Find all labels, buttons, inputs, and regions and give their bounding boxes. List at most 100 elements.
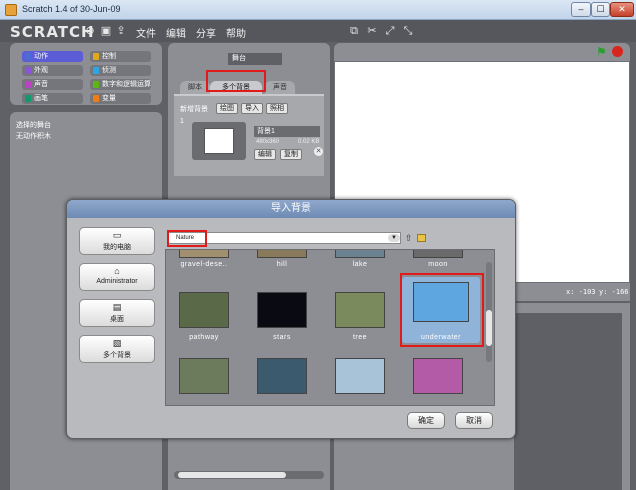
sprite-name-field[interactable]: 舞台 [228, 53, 282, 65]
file-thumbnail [413, 250, 463, 258]
category-sound[interactable]: 声音 [22, 79, 83, 90]
my-computer-button[interactable]: ▭ 我的电脑 [79, 227, 155, 255]
paint-button[interactable]: 绘图 [216, 103, 238, 114]
scrollbar-thumb[interactable] [178, 472, 286, 478]
delete-background-icon[interactable]: ✕ [314, 147, 323, 156]
file-item[interactable] [168, 358, 240, 394]
window-titlebar: Scratch 1.4 of 30-Jun-09 – ☐ ✕ [0, 0, 636, 20]
category-label: 动作 [34, 53, 48, 60]
file-item[interactable]: lake [324, 250, 396, 268]
file-item[interactable]: stars [246, 292, 318, 341]
mouse-x-readout: x: -103 [566, 288, 596, 296]
house-icon: ⌂ [114, 266, 120, 276]
file-label: moon [428, 261, 448, 268]
delete-scissors-icon[interactable]: ✂ [366, 25, 378, 37]
new-folder-icon[interactable] [417, 234, 426, 242]
file-thumbnail [257, 358, 307, 394]
window-title: Scratch 1.4 of 30-Jun-09 [22, 4, 121, 14]
category-label: 变量 [102, 95, 116, 102]
background-dimensions: 480x360 [256, 139, 280, 145]
new-background-label: 新增背景 [180, 106, 208, 113]
category-swatch [25, 81, 31, 88]
background-thumbnail[interactable] [204, 128, 234, 154]
background-name-field[interactable]: 背景1 [254, 126, 320, 137]
horizontal-scrollbar[interactable] [174, 471, 324, 479]
file-item[interactable] [246, 358, 318, 394]
file-item[interactable]: moon [402, 250, 474, 268]
save-icon[interactable]: ▣ [100, 25, 112, 37]
file-label: lake [352, 261, 368, 268]
share-icon[interactable]: ⇪ [115, 25, 127, 37]
stage-header: ⚑ [334, 43, 630, 61]
side-button-label: 多个背景 [103, 352, 131, 359]
file-thumbnail [335, 292, 385, 328]
grow-icon[interactable]: ⤢ [384, 25, 396, 37]
category-sensing[interactable]: 侦测 [90, 65, 151, 76]
category-variables[interactable]: 变量 [90, 93, 151, 104]
background-filesize: 0.02 KB [298, 139, 320, 145]
menu-edit[interactable]: 编辑 [166, 25, 186, 40]
category-label: 控制 [102, 53, 116, 60]
tab-highlight-box [206, 70, 266, 92]
category-label: 画笔 [34, 95, 48, 102]
category-control[interactable]: 控制 [90, 51, 151, 62]
close-button[interactable]: ✕ [610, 2, 634, 17]
category-looks[interactable]: 外观 [22, 65, 83, 76]
backgrounds-folder-button[interactable]: ▧ 多个背景 [79, 335, 155, 363]
menu-bar: SCRATCH ⊕ ▣ ⇪ 文件 编辑 分享 帮助 ⧉ ✂ ⤢ ⤡ [0, 20, 636, 42]
background-index: 1 [180, 118, 184, 125]
category-motion[interactable]: 动作 [22, 51, 83, 62]
file-label: hill [276, 261, 288, 268]
stage-selected-message: 选择的舞台 [16, 122, 51, 129]
administrator-button[interactable]: ⌂ Administrator [79, 263, 155, 291]
file-label: gravel-dese.. [180, 261, 228, 268]
no-motion-blocks-message: 无动作积木 [16, 133, 51, 140]
chevron-down-icon[interactable]: ▼ [388, 234, 400, 242]
menu-help[interactable]: 帮助 [226, 25, 246, 40]
file-thumbnail [179, 292, 229, 328]
backgrounds-list: 新增背景 绘图 导入 照相 1 背景1 480x360 0.02 KB 编辑 复… [174, 96, 324, 176]
minimize-button[interactable]: – [571, 2, 591, 17]
copy-background-button[interactable]: 复制 [280, 149, 302, 160]
menu-file[interactable]: 文件 [136, 25, 156, 40]
file-item[interactable]: pathway [168, 292, 240, 341]
tab-sounds[interactable]: 声音 [265, 81, 295, 95]
shrink-icon[interactable]: ⤡ [402, 25, 414, 37]
import-button[interactable]: 导入 [241, 103, 263, 114]
globe-icon[interactable]: ⊕ [84, 25, 96, 37]
green-flag-icon[interactable]: ⚑ [596, 46, 608, 58]
folder-picture-icon: ▧ [112, 338, 122, 348]
file-item[interactable]: hill [246, 250, 318, 268]
menu-share[interactable]: 分享 [196, 25, 216, 40]
stage-thumbnail-area[interactable] [514, 313, 622, 490]
camera-button[interactable]: 照相 [266, 103, 288, 114]
category-swatch [25, 95, 31, 102]
ok-button[interactable]: 确定 [407, 412, 445, 429]
file-item[interactable] [324, 358, 396, 394]
folder-up-icon[interactable]: ⇧ [405, 233, 415, 243]
file-item[interactable] [402, 358, 474, 394]
file-thumbnail [179, 250, 229, 258]
stop-icon[interactable] [612, 46, 623, 57]
category-swatch [93, 67, 99, 74]
category-pen[interactable]: 画笔 [22, 93, 83, 104]
category-label: 数字和逻辑运算 [102, 81, 151, 88]
file-label: pathway [189, 334, 219, 341]
edit-background-button[interactable]: 编辑 [254, 149, 276, 160]
duplicate-icon[interactable]: ⧉ [348, 25, 360, 37]
file-item[interactable]: tree [324, 292, 396, 341]
background-card[interactable] [192, 122, 246, 160]
category-swatch [93, 95, 99, 102]
side-button-label: Administrator [96, 278, 138, 285]
desktop-button[interactable]: ▤ 桌面 [79, 299, 155, 327]
category-operators[interactable]: 数字和逻辑运算 [90, 79, 151, 90]
scrollbar-thumb[interactable] [486, 310, 492, 346]
file-thumbnail [257, 292, 307, 328]
file-item[interactable]: gravel-dese.. [168, 250, 240, 268]
cancel-button[interactable]: 取消 [455, 412, 493, 429]
mouse-y-readout: y: -166 [599, 288, 629, 296]
category-swatch [25, 53, 31, 60]
file-thumbnail [335, 358, 385, 394]
file-browser-scrollbar[interactable] [486, 262, 492, 362]
maximize-button[interactable]: ☐ [591, 2, 610, 17]
